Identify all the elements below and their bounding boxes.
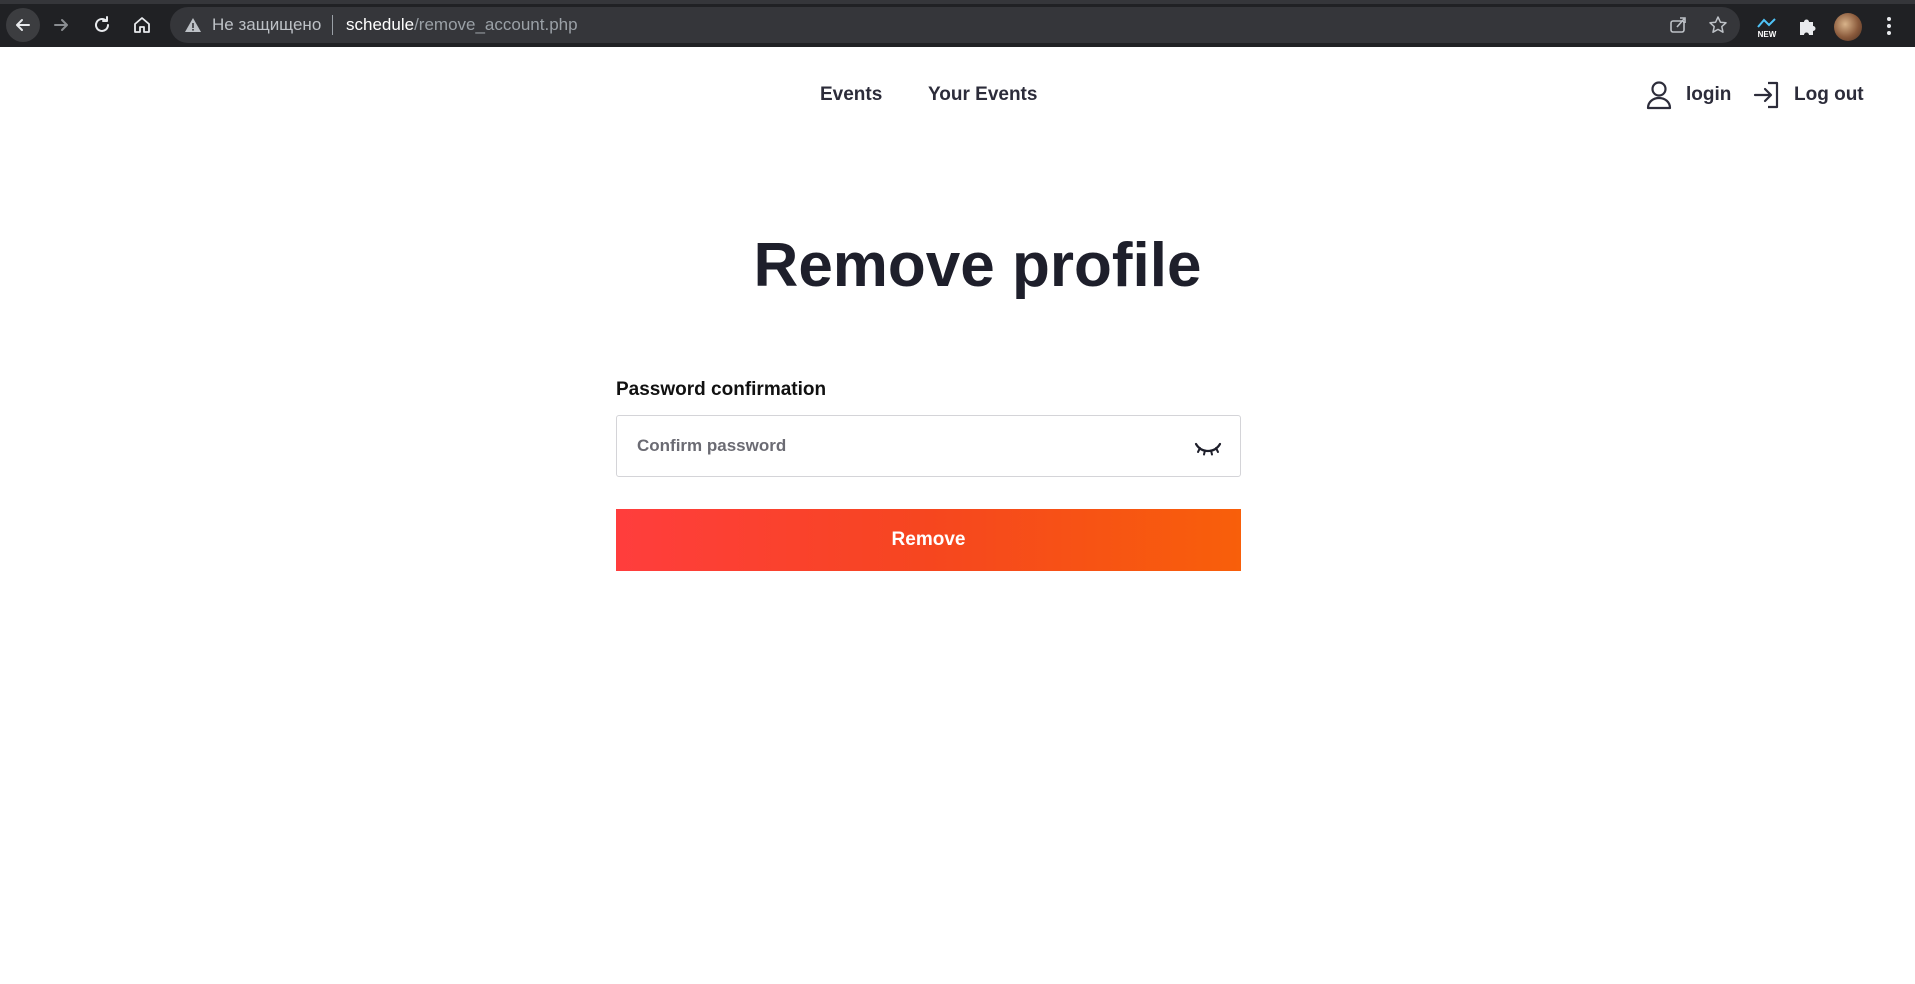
remove-button[interactable]: Remove	[616, 509, 1241, 571]
arrow-right-icon	[54, 19, 68, 31]
reload-icon	[95, 16, 109, 32]
share-icon[interactable]	[1668, 15, 1688, 35]
user-icon	[1646, 81, 1672, 110]
address-bar[interactable]: Не защищено schedule/remove_account.php	[170, 7, 1740, 43]
logout-link[interactable]: Log out	[1752, 79, 1864, 111]
url-text[interactable]: schedule/remove_account.php	[346, 15, 578, 35]
star-icon[interactable]	[1708, 15, 1728, 35]
extensions-puzzle-icon[interactable]	[1794, 13, 1820, 39]
password-input[interactable]	[617, 416, 1240, 476]
home-button[interactable]	[125, 8, 159, 42]
password-label: Password confirmation	[616, 379, 827, 400]
login-link[interactable]: login	[1644, 79, 1731, 111]
extension-badge: NEW	[1758, 30, 1777, 39]
logout-icon	[1753, 81, 1779, 109]
more-vert-icon[interactable]	[1876, 13, 1902, 39]
home-icon	[134, 17, 150, 33]
browser-toolbar: Не защищено schedule/remove_account.php …	[0, 0, 1915, 47]
reload-button[interactable]	[85, 8, 119, 42]
nav-events[interactable]: Events	[820, 84, 882, 106]
password-field[interactable]	[616, 415, 1241, 477]
url-host: schedule	[346, 15, 415, 34]
logout-label: Log out	[1794, 84, 1864, 105]
back-button[interactable]	[6, 8, 40, 42]
url-path: /remove_account.php	[414, 15, 578, 34]
forward-button[interactable]	[44, 8, 78, 42]
site-header: Events Your Events login Log out	[0, 47, 1915, 147]
eye-closed-icon[interactable]	[1194, 436, 1222, 458]
extension-new-icon[interactable]: NEW	[1754, 13, 1780, 39]
nav-your-events[interactable]: Your Events	[928, 84, 1037, 106]
warning-icon[interactable]	[184, 16, 202, 34]
omnibox-divider	[332, 15, 333, 35]
arrow-left-icon	[16, 19, 30, 31]
insecure-label[interactable]: Не защищено	[212, 15, 321, 35]
login-label: login	[1686, 84, 1732, 105]
page-title: Remove profile	[753, 231, 1202, 300]
profile-avatar[interactable]	[1834, 13, 1862, 41]
